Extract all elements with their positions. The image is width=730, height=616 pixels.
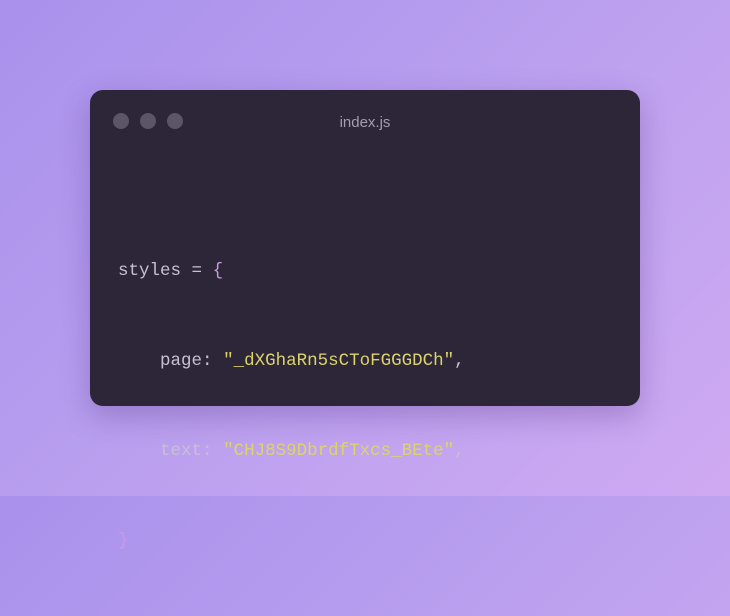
comma: , bbox=[454, 351, 465, 371]
colon: : bbox=[202, 441, 213, 461]
open-brace: { bbox=[212, 261, 224, 281]
assign-operator: = bbox=[191, 261, 203, 281]
code-line-4: } bbox=[118, 526, 465, 556]
property-value: "_dXGhaRn5sCToFGGGDCh" bbox=[223, 351, 455, 371]
close-brace: } bbox=[118, 531, 129, 551]
colon: : bbox=[202, 351, 213, 371]
window-titlebar: index.js bbox=[90, 90, 640, 152]
property-key: page bbox=[160, 351, 203, 371]
comma: , bbox=[454, 441, 465, 461]
property-value: "CHJ8S9DbrdfTxcs_BEte" bbox=[223, 441, 455, 461]
code-window: index.js styles = { page: "_dXGhaRn5sCTo… bbox=[90, 90, 640, 551]
property-key: text bbox=[160, 441, 203, 461]
code-line-3: text: "CHJ8S9DbrdfTxcs_BEte", bbox=[118, 436, 465, 466]
file-title: index.js bbox=[339, 114, 391, 131]
code-block: styles = { page: "_dXGhaRn5sCToFGGGDCh",… bbox=[118, 196, 465, 616]
variable-name: styles bbox=[118, 261, 182, 281]
code-line-2: page: "_dXGhaRn5sCToFGGGDCh", bbox=[118, 346, 465, 376]
code-line-1: styles = { bbox=[118, 256, 465, 286]
